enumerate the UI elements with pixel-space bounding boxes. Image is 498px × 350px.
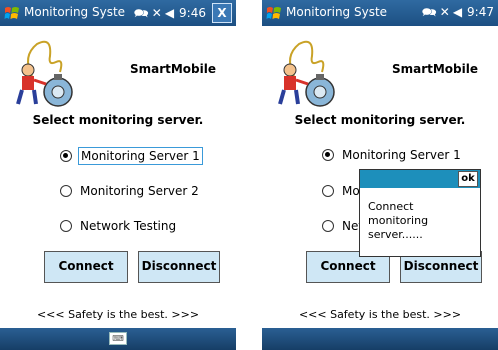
radio-network-testing[interactable]: Network Testing — [60, 218, 178, 234]
windows-flag-icon[interactable] — [266, 5, 282, 21]
clock-time[interactable]: 9:47 — [467, 5, 494, 19]
radio-label[interactable]: Monitoring Server 1 — [340, 147, 463, 163]
radio-monitoring-server-1[interactable]: Monitoring Server 1 — [322, 147, 463, 163]
volume-icon[interactable]: ◀ — [453, 3, 462, 21]
volume-icon[interactable]: ◀ — [165, 4, 174, 22]
status-icons: 🗪 ✕ ◀ 9:47 — [422, 3, 494, 21]
popup-header: ok — [360, 170, 480, 188]
title-bar: Monitoring Syste 🗪 ✕ ◀ 9:47 — [262, 0, 498, 26]
mascot-logo-icon — [278, 40, 335, 107]
right-screen: Monitoring Syste 🗪 ✕ ◀ 9:47 SmartMobile … — [262, 0, 498, 350]
radio-monitoring-server-1[interactable]: Monitoring Server 1 — [60, 147, 203, 165]
close-button[interactable]: X — [212, 3, 232, 23]
windows-flag-icon[interactable] — [4, 5, 20, 21]
radio-unselected-icon[interactable] — [322, 220, 334, 232]
popup-message: Connect monitoring server...... — [368, 200, 429, 241]
select-server-heading: Select monitoring server. — [294, 113, 466, 127]
select-server-heading: Select monitoring server. — [32, 113, 204, 127]
radio-unselected-icon[interactable] — [60, 185, 72, 197]
title-bar: Monitoring Syste 🗪 ✕ ◀ 9:46 X — [0, 0, 236, 26]
keyboard-icon[interactable]: ⌨ — [109, 332, 127, 345]
status-icons: 🗪 ✕ ◀ 9:46 X — [134, 3, 232, 23]
app-name: SmartMobile — [129, 62, 216, 76]
radio-label[interactable]: Network Testing — [78, 218, 178, 234]
window-title: Monitoring Syste — [286, 5, 388, 19]
signal-off-icon[interactable]: ✕ — [152, 4, 162, 22]
radio-monitoring-server-2[interactable]: Monitoring Server 2 — [60, 183, 201, 199]
safety-footer: <<< Safety is the best. >>> — [298, 308, 462, 321]
bottom-bar: ⌨ — [0, 328, 236, 350]
radio-selected-icon[interactable] — [322, 149, 334, 161]
bottom-bar — [262, 328, 498, 350]
disconnect-button[interactable]: Disconnect — [138, 251, 220, 283]
radio-unselected-icon[interactable] — [322, 185, 334, 197]
radio-label[interactable]: Monitoring Server 2 — [78, 183, 201, 199]
chat-bubble-icon[interactable]: 🗪 — [134, 4, 149, 22]
chat-bubble-icon[interactable]: 🗪 — [422, 3, 437, 21]
connect-button[interactable]: Connect — [44, 251, 128, 283]
radio-label[interactable]: Monitoring Server 1 — [78, 147, 203, 165]
connect-popup-dialog: ok Connect monitoring server...... — [359, 169, 481, 257]
left-screen: Monitoring Syste 🗪 ✕ ◀ 9:46 X SmartMobil… — [0, 0, 236, 350]
app-name: SmartMobile — [391, 62, 478, 76]
mascot-logo-icon — [16, 40, 73, 107]
popup-ok-button[interactable]: ok — [458, 171, 478, 187]
signal-off-icon[interactable]: ✕ — [440, 3, 450, 21]
safety-footer: <<< Safety is the best. >>> — [36, 308, 200, 321]
window-title: Monitoring Syste — [24, 5, 126, 19]
radio-selected-icon[interactable] — [60, 150, 72, 162]
radio-unselected-icon[interactable] — [60, 220, 72, 232]
clock-time[interactable]: 9:46 — [179, 6, 206, 20]
